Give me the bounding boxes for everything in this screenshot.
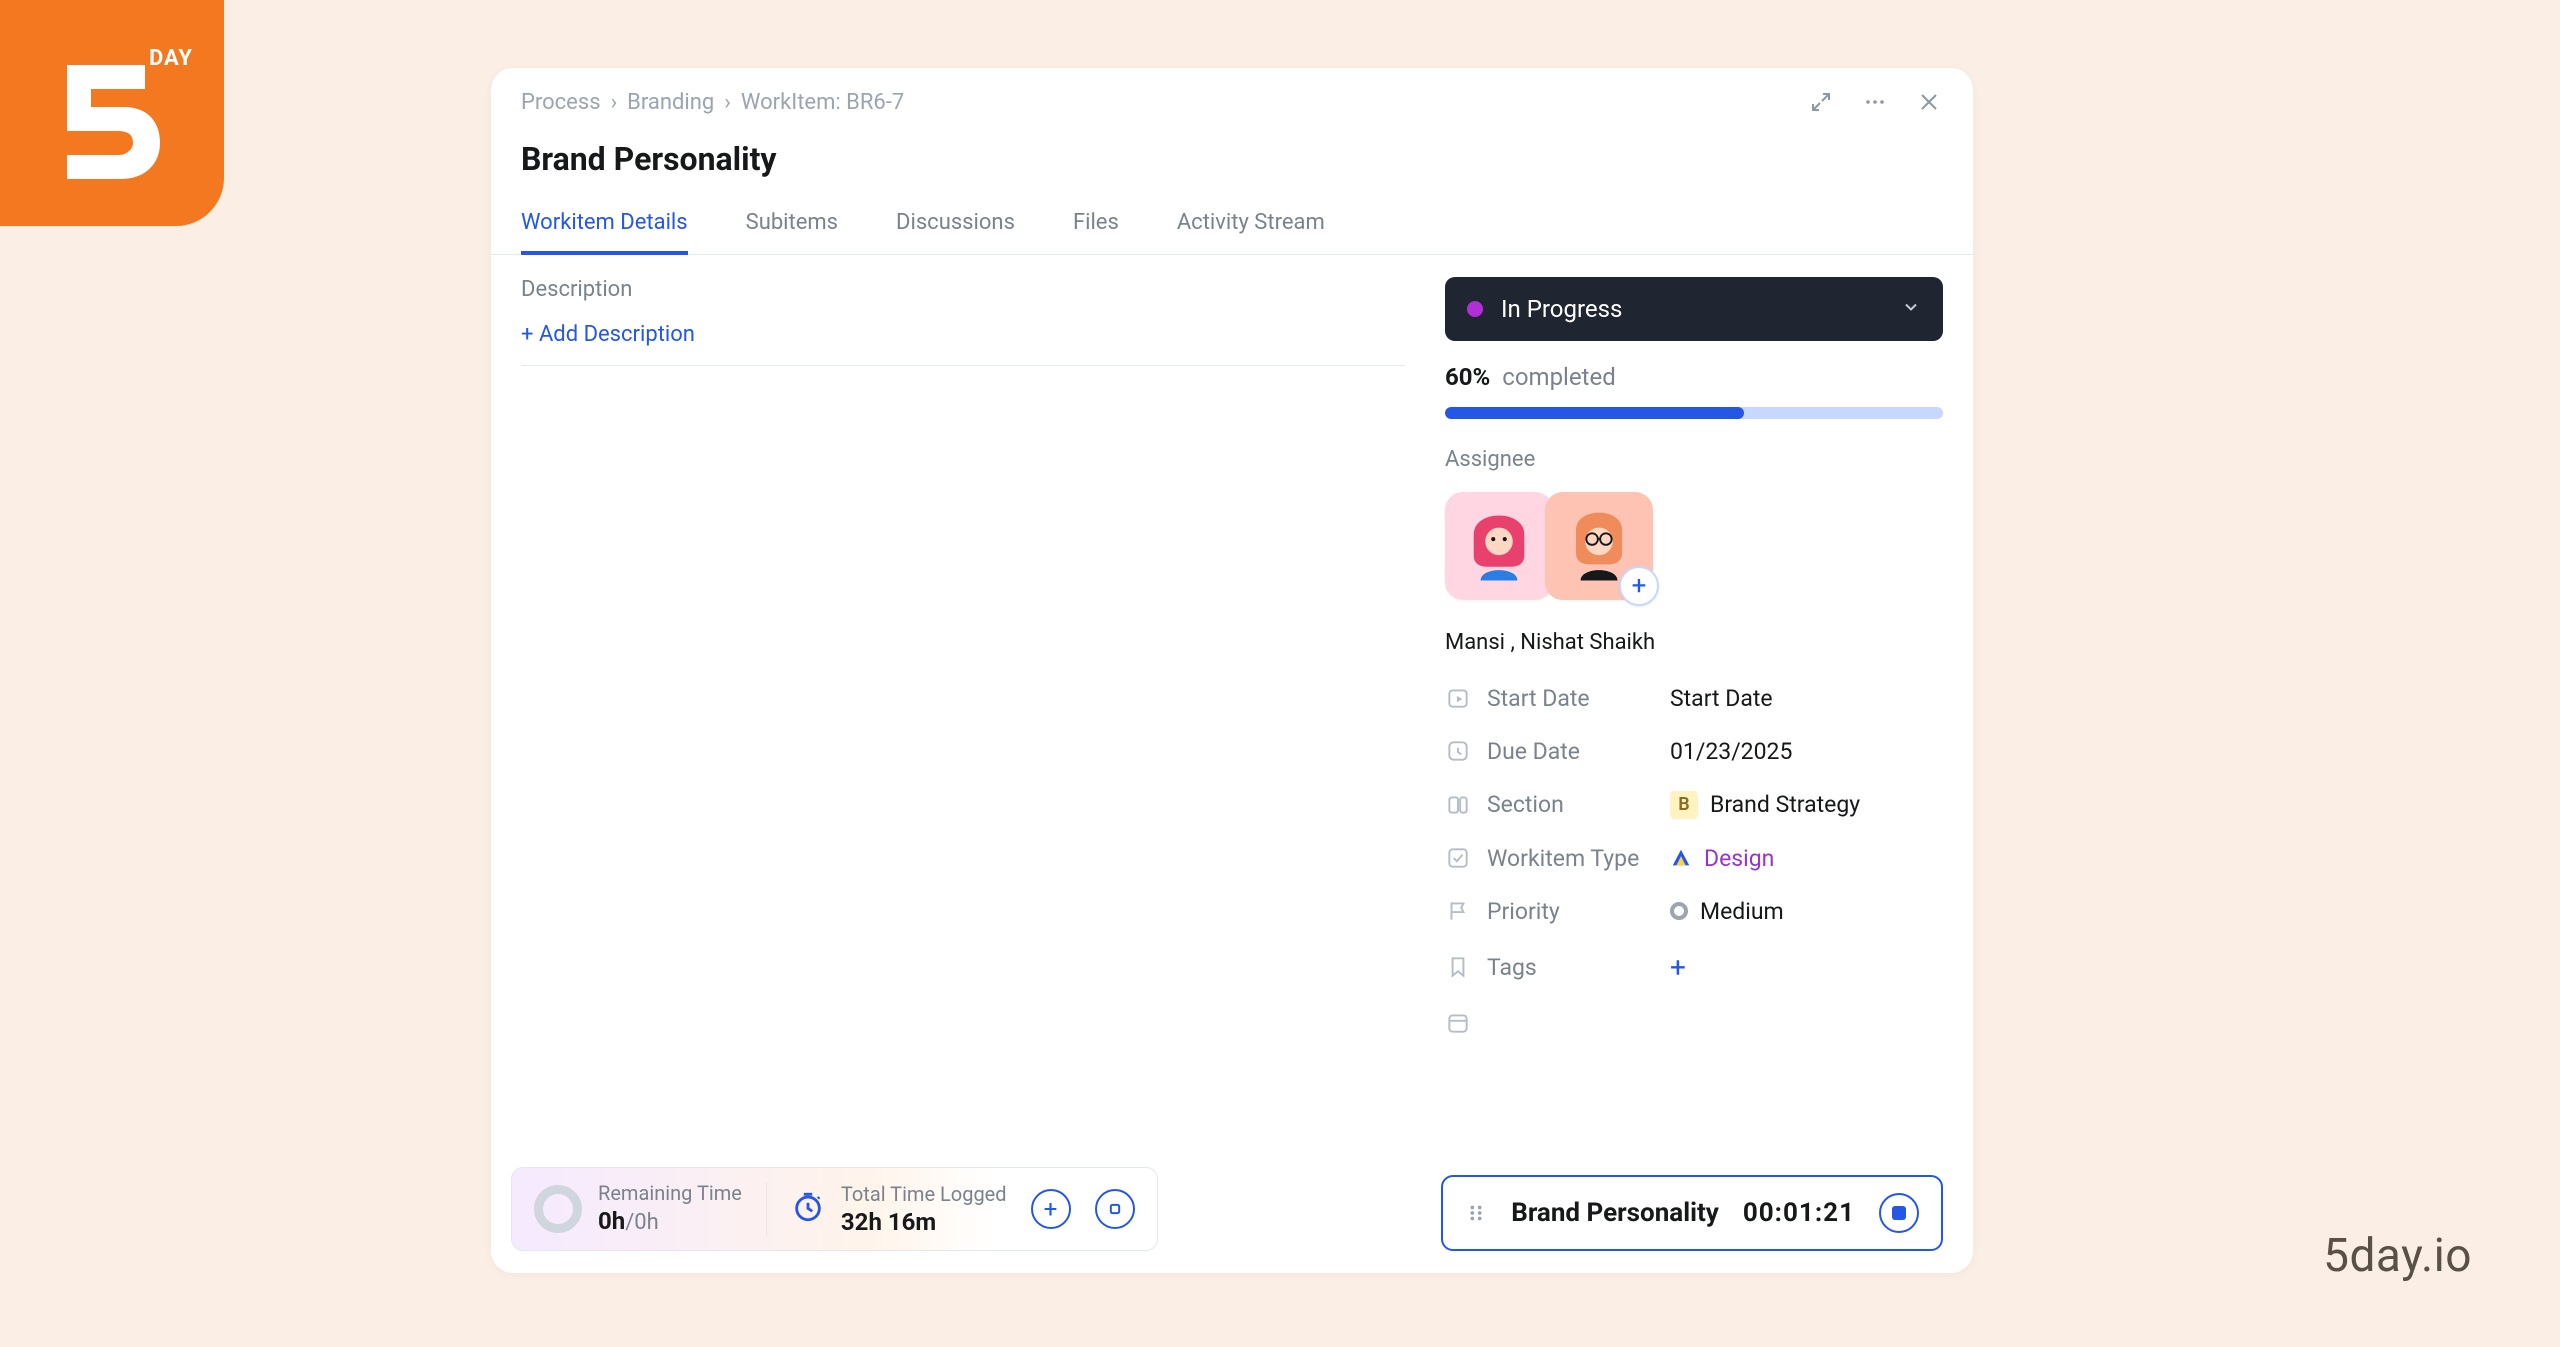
flag-icon: [1445, 898, 1471, 924]
section-badge: B: [1670, 791, 1698, 819]
breadcrumb: Process › Branding › WorkItem: BR6-7: [521, 90, 904, 115]
divider: [766, 1182, 767, 1236]
breadcrumb-branding[interactable]: Branding: [627, 90, 714, 115]
tab-workitem-details[interactable]: Workitem Details: [521, 210, 688, 255]
progress-fill: [1445, 407, 1744, 419]
status-dropdown[interactable]: In Progress: [1445, 277, 1943, 341]
start-date-value[interactable]: Start Date: [1670, 685, 1943, 712]
brand-domain-text: 5day.io: [2323, 1229, 2472, 1283]
extra-field: [1445, 1010, 1670, 1036]
clock-icon: [791, 1190, 825, 1228]
breadcrumb-process[interactable]: Process: [521, 90, 601, 115]
design-type-icon: [1670, 847, 1692, 869]
drag-handle-icon[interactable]: [1465, 1202, 1487, 1224]
remaining-time-total: /0h: [625, 1210, 659, 1235]
section-label: Section: [1445, 791, 1670, 818]
priority-label: Priority: [1445, 898, 1670, 925]
status-label: In Progress: [1501, 295, 1883, 323]
calendar-play-icon: [1445, 685, 1471, 711]
assignee-names: Mansi , Nishat Shaikh: [1445, 630, 1943, 655]
layers-icon: [1445, 792, 1471, 818]
workitem-type-value[interactable]: Design: [1670, 845, 1943, 872]
progress-percent: 60%: [1445, 363, 1490, 391]
close-icon[interactable]: [1915, 88, 1943, 116]
logged-time-value: 32h 16m: [841, 1207, 1007, 1238]
timer-stop-button[interactable]: [1879, 1193, 1919, 1233]
avatar[interactable]: +: [1545, 492, 1653, 600]
add-assignee-button[interactable]: +: [1619, 566, 1659, 606]
priority-value[interactable]: Medium: [1670, 898, 1943, 925]
active-timer-card[interactable]: Brand Personality 00:01:21: [1441, 1175, 1943, 1251]
logged-time-label: Total Time Logged: [841, 1181, 1007, 1207]
tags-add[interactable]: +: [1670, 951, 1943, 984]
chevron-right-icon: ›: [611, 90, 618, 115]
timer-title: Brand Personality: [1511, 1198, 1719, 1228]
tab-files[interactable]: Files: [1073, 210, 1119, 255]
section-value[interactable]: B Brand Strategy: [1670, 791, 1943, 819]
page-title: Brand Personality: [521, 140, 1943, 178]
type-check-icon: [1445, 845, 1471, 871]
due-date-value[interactable]: 01/23/2025: [1670, 738, 1943, 765]
bookmark-icon: [1445, 954, 1471, 980]
stop-time-button[interactable]: [1095, 1189, 1135, 1229]
remaining-time-value: 0h: [598, 1207, 625, 1235]
progress-completed-label: completed: [1502, 363, 1615, 391]
assignee-avatars: +: [1445, 492, 1943, 600]
workitem-type-label: Workitem Type: [1445, 845, 1670, 872]
priority-medium-icon: [1670, 902, 1688, 920]
status-dot-icon: [1467, 301, 1483, 317]
more-menu-icon[interactable]: [1861, 88, 1889, 116]
due-date-label: Due Date: [1445, 738, 1670, 765]
avatar[interactable]: [1445, 492, 1553, 600]
expand-icon[interactable]: [1807, 88, 1835, 116]
workitem-modal: Process › Branding › WorkItem: BR6-7 Bra…: [491, 68, 1973, 1273]
tags-label: Tags: [1445, 954, 1670, 981]
timer-elapsed: 00:01:21: [1743, 1198, 1855, 1228]
tab-subitems[interactable]: Subitems: [746, 210, 838, 255]
add-tag-icon[interactable]: +: [1670, 951, 1686, 984]
clock-square-icon: [1445, 738, 1471, 764]
tab-activity-stream[interactable]: Activity Stream: [1177, 210, 1325, 255]
chevron-down-icon: [1901, 297, 1921, 321]
chevron-right-icon: ›: [724, 90, 731, 115]
divider: [521, 365, 1405, 366]
brand-logo-day: DAY: [149, 46, 193, 71]
breadcrumb-workitem[interactable]: WorkItem: BR6-7: [741, 90, 904, 115]
tab-discussions[interactable]: Discussions: [896, 210, 1015, 255]
assignee-label: Assignee: [1445, 447, 1943, 472]
remaining-time-label: Remaining Time: [598, 1180, 742, 1206]
remaining-ring-icon: [534, 1185, 582, 1233]
time-summary-card: Remaining Time 0h/0h Total Time Logged 3…: [511, 1167, 1158, 1251]
description-label: Description: [521, 277, 1405, 302]
add-description-link[interactable]: + Add Description: [521, 322, 695, 347]
tab-bar: Workitem Details Subitems Discussions Fi…: [491, 210, 1973, 255]
calendar-icon: [1445, 1010, 1471, 1036]
brand-logo-badge: DAY: [0, 0, 224, 226]
add-time-button[interactable]: +: [1031, 1189, 1071, 1229]
progress-bar: [1445, 407, 1943, 419]
start-date-label: Start Date: [1445, 685, 1670, 712]
